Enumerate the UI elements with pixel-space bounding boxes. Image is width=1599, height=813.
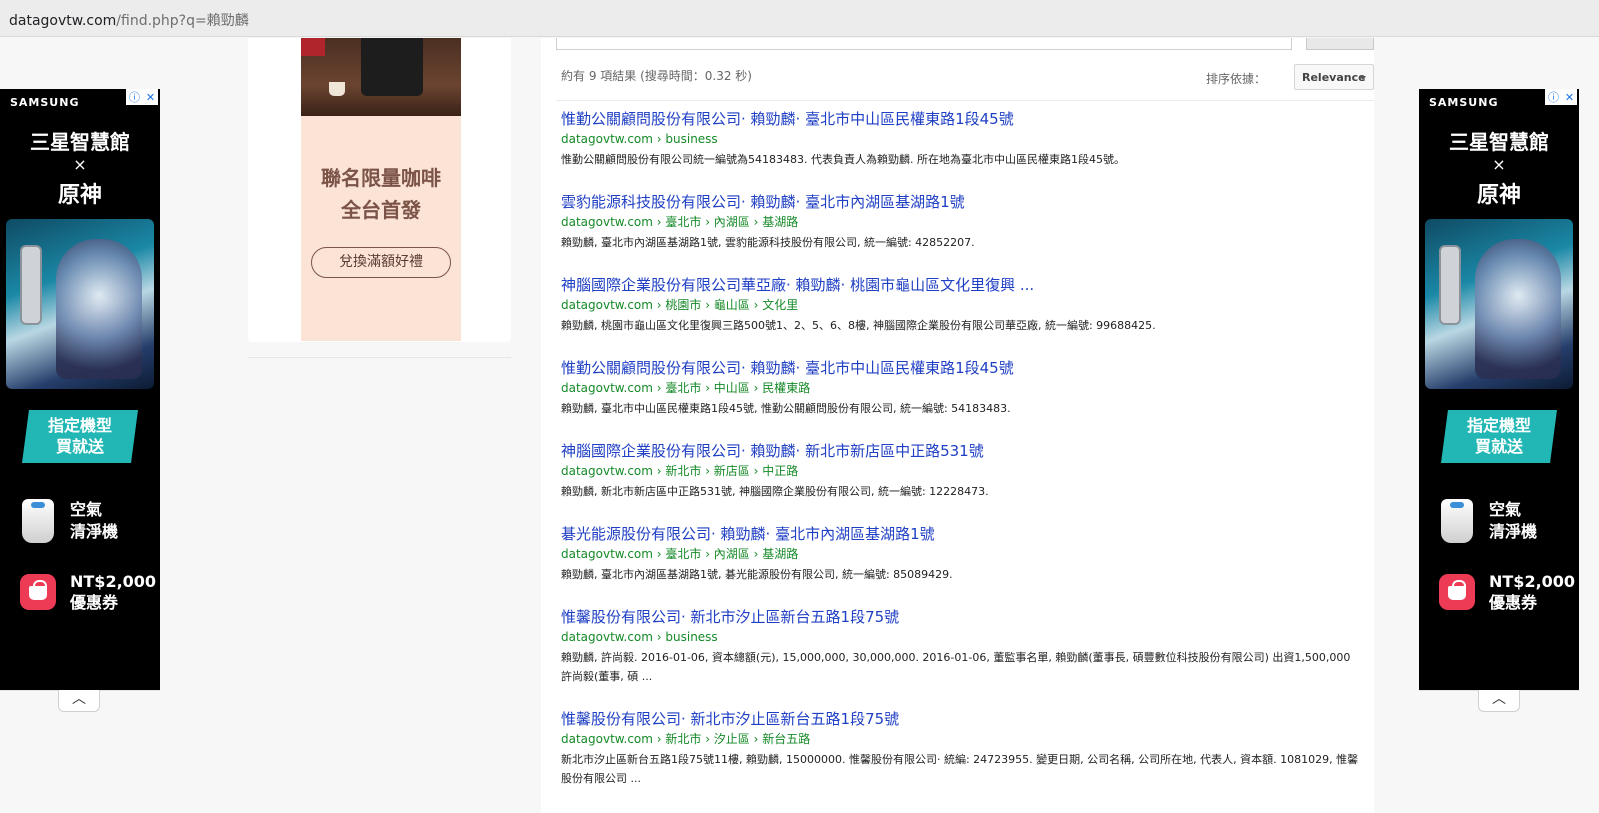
air-purifier-icon [22, 499, 54, 543]
ad-item-purifier: 空氣 清淨機 [1489, 500, 1538, 541]
result-title-link[interactable]: 惟勤公關顧問股份有限公司· 賴勁麟· 臺北市中山區民權東路1段45號 [561, 110, 1361, 129]
close-icon[interactable]: ✕ [1565, 91, 1574, 104]
cup-image [329, 82, 345, 96]
url-text[interactable]: datagovtw.com/find.php?q=賴勁麟 [9, 10, 249, 30]
result-item: 神腦國際企業股份有限公司華亞廠· 賴勁麟· 桃園市龜山區文化里復興 ... da… [561, 276, 1361, 359]
result-title-link[interactable]: 惟馨股份有限公司· 新北市汐止區新台五路1段75號 [561, 608, 1361, 627]
phone-image [1439, 245, 1461, 325]
results-list: 惟勤公關顧問股份有限公司· 賴勁麟· 臺北市中山區民權東路1段45號 datag… [561, 110, 1361, 812]
coffee-ad-headline: 聯名限量咖啡 全台首發 [321, 166, 441, 222]
result-snippet: 新北市汐止區新台五路1段75號11樓, 賴勁麟, 15000000. 惟馨股份有… [561, 753, 1359, 785]
result-title-link[interactable]: 惟馨股份有限公司· 新北市汐止區新台五路1段75號 [561, 710, 1361, 729]
info-icon[interactable]: ⓘ [1548, 89, 1559, 105]
ad-collapse-button[interactable]: ︿ [58, 690, 100, 712]
caret-down-icon [1360, 76, 1366, 80]
ad-choices[interactable]: ⓘ ✕ [1545, 89, 1577, 105]
result-snippet: 賴勁麟, 桃園市龜山區文化里復興三路500號1、2、5、6、8樓, 神腦國際企業… [561, 319, 1156, 332]
coffee-machine-image [301, 38, 461, 116]
character-image [1475, 239, 1561, 379]
ad-collapse-button[interactable]: ︿ [1478, 690, 1520, 712]
result-item: 神腦國際企業股份有限公司· 賴勁麟· 新北市新店區中正路531號 datagov… [561, 442, 1361, 525]
result-url: datagovtw.com › 新北市 › 汐止區 › 新台五路 [561, 732, 811, 746]
red-cup-image [301, 38, 325, 56]
character-image [56, 239, 142, 379]
sort-select[interactable]: Relevance [1294, 64, 1374, 90]
phone-image [20, 245, 42, 325]
result-title-link[interactable]: 雲豹能源科技股份有限公司· 賴勁麟· 臺北市內湖區基湖路1號 [561, 193, 1361, 212]
result-item: 碁光能源股份有限公司· 賴勁麟· 臺北市內湖區基湖路1號 datagovtw.c… [561, 525, 1361, 608]
close-icon[interactable]: ✕ [146, 91, 155, 104]
result-url: datagovtw.com › 臺北市 › 內湖區 › 基湖路 [561, 215, 799, 229]
ad-cross: × [73, 155, 87, 174]
right-side-ad[interactable]: SAMSUNG ⓘ ✕ 三星智慧館 × 原神 指定機型 買就送 空氣 清淨機 N… [1419, 89, 1579, 690]
result-item: 惟馨股份有限公司· 新北市汐止區新台五路1段75號 datagovtw.com … [561, 608, 1361, 710]
chevron-up-icon: ︿ [72, 691, 86, 707]
ad-item-coupon: NT$2,000 優惠券 [70, 572, 157, 612]
left-column-divider [248, 357, 511, 358]
coffee-ad-cta-button[interactable]: 兌換滿額好禮 [311, 247, 451, 278]
result-url: datagovtw.com › 桃園市 › 龜山區 › 文化里 [561, 298, 799, 312]
ad-item-purifier: 空氣 清淨機 [70, 500, 119, 541]
result-url: datagovtw.com › business [561, 630, 718, 644]
ad-brand: SAMSUNG [1429, 96, 1499, 109]
shopping-bag-icon [1439, 574, 1475, 610]
result-snippet: 賴勁麟, 臺北市中山區民權東路1段45號, 惟勤公關顧問股份有限公司, 統一編號… [561, 402, 1011, 415]
result-snippet: 賴勁麟, 許尚毅. 2016-01-06, 資本總額(元), 15,000,00… [561, 651, 1351, 683]
ad-choices[interactable]: ⓘ ✕ [126, 89, 158, 105]
result-snippet: 賴勁麟, 臺北市內湖區基湖路1號, 碁光能源股份有限公司, 統一編號: 8508… [561, 568, 953, 581]
search-results-panel: 約有 9 項結果 (搜尋時間：0.32 秒) 排序依據： Relevance 惟… [541, 38, 1374, 813]
result-stats: 約有 9 項結果 (搜尋時間：0.32 秒) [561, 69, 752, 83]
chevron-up-icon: ︿ [1492, 691, 1506, 707]
result-title-link[interactable]: 神腦國際企業股份有限公司· 賴勁麟· 新北市新店區中正路531號 [561, 442, 1361, 461]
result-snippet: 賴勁麟, 新北市新店區中正路531號, 神腦國際企業股份有限公司, 統一編號: … [561, 485, 989, 498]
ad-artwork [1425, 219, 1573, 389]
result-title-link[interactable]: 碁光能源股份有限公司· 賴勁麟· 臺北市內湖區基湖路1號 [561, 525, 1361, 544]
results-divider [556, 100, 1374, 101]
machine-image [361, 38, 423, 96]
shopping-bag-icon [20, 574, 56, 610]
left-side-ad[interactable]: SAMSUNG ⓘ ✕ 三星智慧館 × 原神 指定機型 買就送 空氣 清淨機 N… [0, 89, 160, 690]
coffee-ad[interactable]: 聯名限量咖啡 全台首發 兌換滿額好禮 [301, 38, 461, 341]
result-item: 惟勤公關顧問股份有限公司· 賴勁麟· 臺北市中山區民權東路1段45號 datag… [561, 359, 1361, 442]
ad-item-coupon: NT$2,000 優惠券 [1489, 572, 1576, 612]
result-snippet: 賴勁麟, 臺北市內湖區基湖路1號, 雲豹能源科技股份有限公司, 統一編號: 42… [561, 236, 975, 249]
ad-game-logo: 原神 [1476, 182, 1521, 208]
ad-title: 三星智慧館 [30, 130, 130, 154]
ad-game-logo: 原神 [57, 182, 102, 208]
air-purifier-icon [1441, 499, 1473, 543]
result-url: datagovtw.com › 新北市 › 新店區 › 中正路 [561, 464, 799, 478]
sort-label: 排序依據： [1206, 72, 1267, 86]
ad-artwork [6, 219, 154, 389]
result-title-link[interactable]: 神腦國際企業股份有限公司華亞廠· 賴勁麟· 桃園市龜山區文化里復興 ... [561, 276, 1361, 295]
ad-promo-banner[interactable]: 指定機型 買就送 [1441, 410, 1557, 463]
address-bar[interactable]: datagovtw.com/find.php?q=賴勁麟 [0, 0, 1599, 37]
ad-promo-banner[interactable]: 指定機型 買就送 [22, 410, 138, 463]
search-input[interactable] [556, 38, 1292, 50]
result-snippet: 惟勤公關顧問股份有限公司統一編號為54183483. 代表負責人為賴勁麟. 所在… [561, 153, 1125, 166]
result-url: datagovtw.com › business [561, 132, 718, 146]
info-icon[interactable]: ⓘ [129, 89, 140, 105]
result-title-link[interactable]: 惟勤公關顧問股份有限公司· 賴勁麟· 臺北市中山區民權東路1段45號 [561, 359, 1361, 378]
result-item: 惟馨股份有限公司· 新北市汐止區新台五路1段75號 datagovtw.com … [561, 710, 1361, 812]
result-item: 雲豹能源科技股份有限公司· 賴勁麟· 臺北市內湖區基湖路1號 datagovtw… [561, 193, 1361, 276]
result-item: 惟勤公關顧問股份有限公司· 賴勁麟· 臺北市中山區民權東路1段45號 datag… [561, 110, 1361, 193]
result-url: datagovtw.com › 臺北市 › 內湖區 › 基湖路 [561, 547, 799, 561]
result-url: datagovtw.com › 臺北市 › 中山區 › 民權東路 [561, 381, 811, 395]
search-button[interactable] [1306, 38, 1374, 50]
ad-title: 三星智慧館 [1449, 130, 1549, 154]
ad-brand: SAMSUNG [10, 96, 80, 109]
ad-cross: × [1492, 155, 1506, 174]
